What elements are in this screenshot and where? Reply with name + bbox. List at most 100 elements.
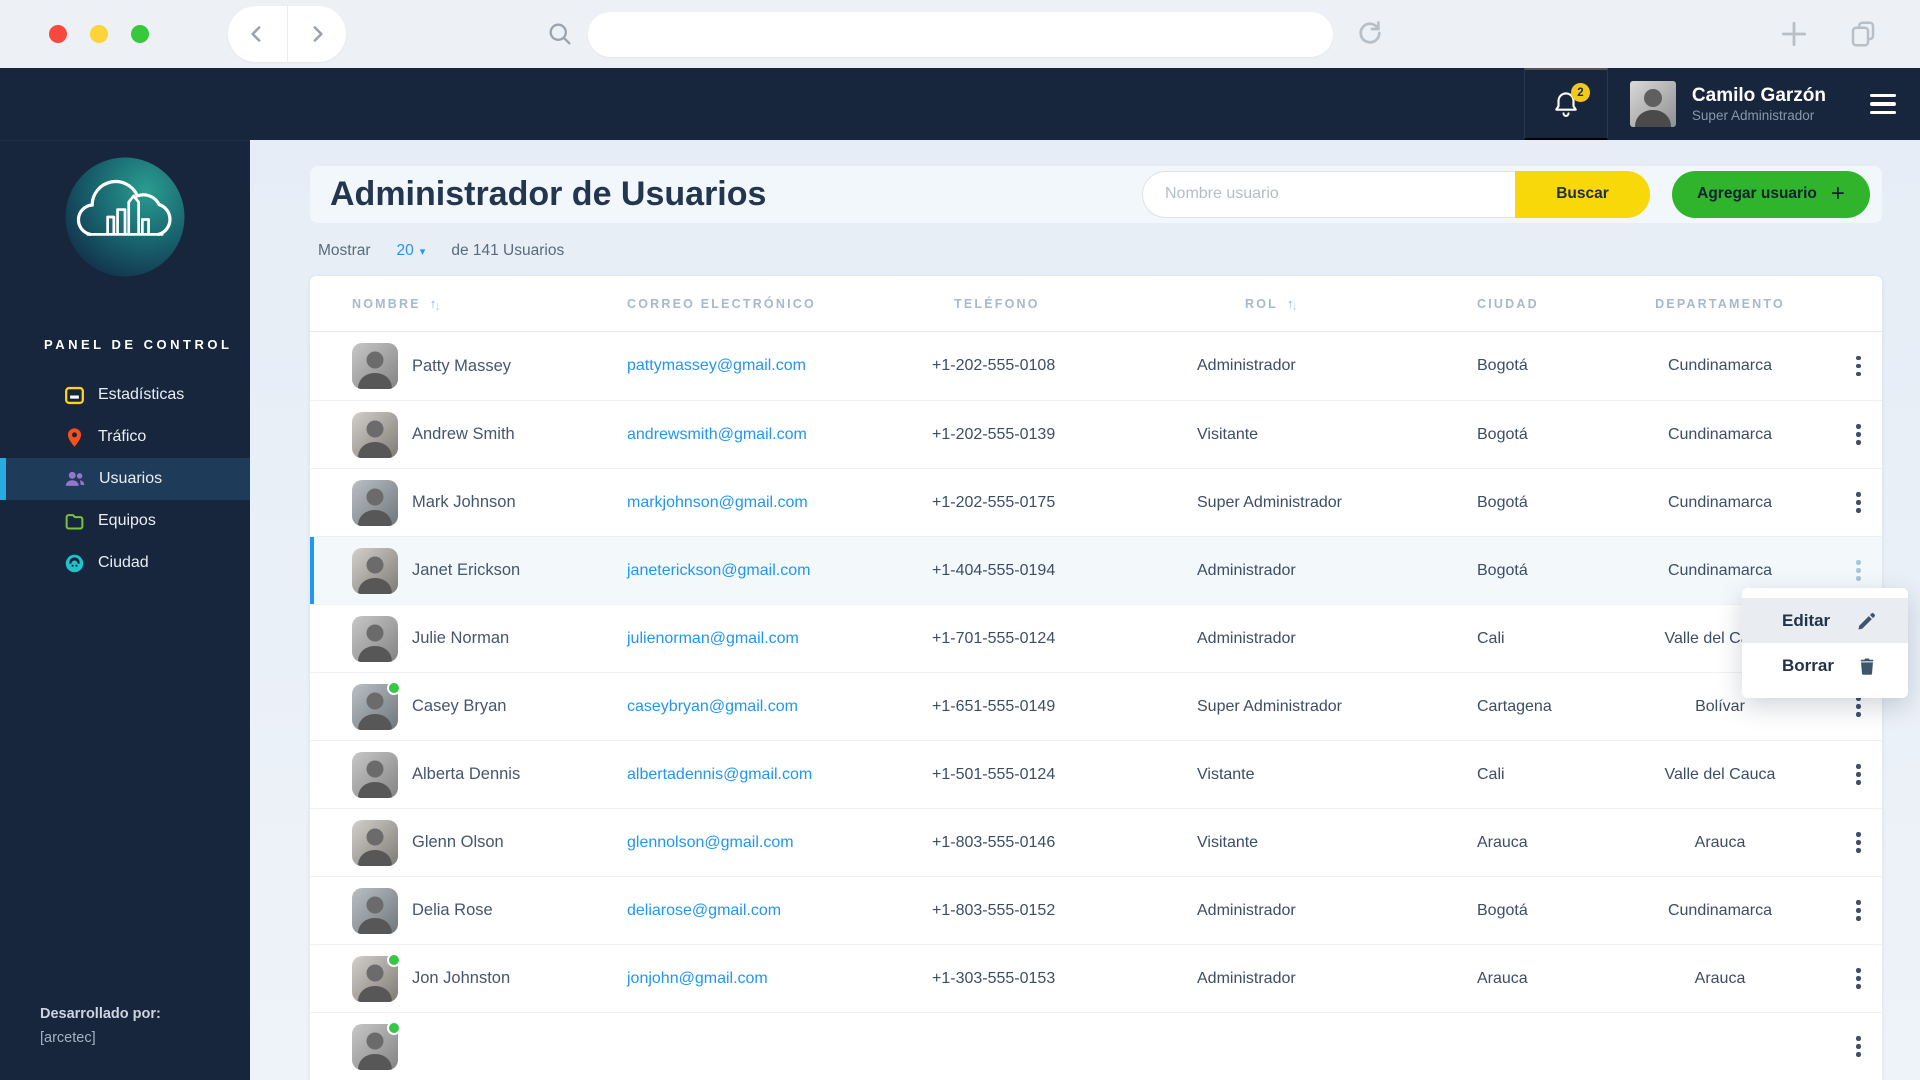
sidebar-item-usuarios[interactable]: Usuarios — [0, 458, 250, 500]
column-header-rol[interactable]: ROL ↑ ↓ — [1197, 296, 1477, 313]
browser-back-button[interactable] — [228, 6, 287, 62]
sidebar-item-trafico[interactable]: Tráfico — [0, 416, 250, 458]
table-row[interactable]: Jon Johnston jonjohn@gmail.com +1-303-55… — [310, 944, 1882, 1012]
avatar — [352, 751, 398, 798]
user-email-link[interactable]: janeterickson@gmail.com — [627, 562, 810, 579]
close-window-button[interactable] — [49, 25, 67, 43]
sidebar-item-estadisticas[interactable]: Estadísticas — [0, 374, 250, 416]
plus-icon — [1781, 21, 1807, 47]
user-role: Super Administrador — [1197, 493, 1342, 511]
hamburger-icon — [1870, 93, 1896, 98]
online-status-dot — [387, 952, 401, 967]
user-email-link[interactable]: pattymassey@gmail.com — [627, 357, 806, 374]
user-email-link[interactable]: glennolson@gmail.com — [627, 834, 794, 851]
user-department: Valle del Cauca — [1664, 765, 1776, 783]
plus-icon: + — [1830, 180, 1845, 208]
table-row[interactable]: Glenn Olson glennolson@gmail.com +1-803-… — [310, 808, 1882, 876]
user-email-link[interactable]: caseybryan@gmail.com — [627, 698, 798, 715]
row-actions-menu-button[interactable] — [1850, 962, 1867, 995]
table-row[interactable]: Patty Massey pattymassey@gmail.com +1-20… — [310, 332, 1882, 400]
user-phone: +1-404-555-0194 — [932, 561, 1056, 579]
browser-chrome — [0, 0, 1920, 68]
app-header: 2 Camilo Garzón Super Administrador — [0, 68, 1920, 140]
table-body: Patty Massey pattymassey@gmail.com +1-20… — [310, 332, 1882, 1080]
user-department: Arauca — [1694, 969, 1746, 987]
column-header-departamento: DEPARTAMENTO — [1655, 296, 1785, 311]
maximize-window-button[interactable] — [131, 25, 149, 43]
user-email-link[interactable]: albertadennis@gmail.com — [627, 766, 812, 783]
user-phone: +1-651-555-0149 — [932, 697, 1056, 715]
avatar — [352, 411, 398, 458]
avatar — [352, 479, 398, 526]
user-phone: +1-501-555-0124 — [932, 765, 1056, 783]
table-row[interactable]: Janet Erickson janeterickson@gmail.com +… — [310, 536, 1882, 604]
add-user-button[interactable]: Agregar usuario + — [1672, 170, 1870, 218]
table-row[interactable]: Casey Bryan caseybryan@gmail.com +1-651-… — [310, 672, 1882, 740]
search-button[interactable]: Buscar — [1515, 170, 1650, 218]
browser-forward-button[interactable] — [286, 6, 347, 62]
city-globe-icon — [65, 554, 84, 572]
user-city: Cali — [1477, 765, 1505, 783]
user-email-link[interactable]: andrewsmith@gmail.com — [627, 426, 807, 443]
column-header-nombre[interactable]: NOMBRE ↑ ↓ — [352, 296, 627, 313]
search-icon — [549, 23, 571, 45]
user-email-link[interactable]: markjohnson@gmail.com — [627, 494, 808, 511]
sidebar-item-equipos[interactable]: Equipos — [0, 500, 250, 542]
table-row[interactable]: Delia Rose deliarose@gmail.com +1-803-55… — [310, 876, 1882, 944]
user-name: Casey Bryan — [412, 697, 507, 715]
delete-menu-item[interactable]: Borrar — [1742, 643, 1908, 688]
avatar — [352, 1020, 401, 1070]
table-row[interactable]: Julie Norman julienorman@gmail.com +1-70… — [310, 604, 1882, 672]
app-logo — [65, 157, 185, 277]
column-header-telefono: TELÉFONO — [954, 296, 1040, 311]
user-email-link[interactable]: deliarose@gmail.com — [627, 902, 781, 919]
menu-button[interactable] — [1870, 93, 1896, 115]
new-tab-button[interactable] — [1778, 18, 1810, 50]
row-actions-menu-button[interactable] — [1850, 894, 1867, 927]
row-actions-menu-button[interactable] — [1850, 758, 1867, 791]
user-city: Bogotá — [1477, 357, 1528, 374]
table-row[interactable] — [310, 1012, 1882, 1080]
table-row[interactable]: Andrew Smith andrewsmith@gmail.com +1-20… — [310, 400, 1882, 468]
user-role: Visitante — [1197, 425, 1259, 443]
user-profile[interactable]: Camilo Garzón Super Administrador — [1629, 81, 1826, 127]
user-city: Arauca — [1477, 969, 1528, 987]
sidebar-item-ciudad[interactable]: Ciudad — [0, 542, 250, 584]
pagination-bar: Mostrar 20 ▾ de 141 Usuarios — [310, 241, 1882, 262]
row-actions-menu-button[interactable] — [1850, 486, 1867, 519]
notifications-button[interactable]: 2 — [1523, 68, 1608, 140]
refresh-button[interactable] — [1355, 18, 1385, 51]
url-input[interactable] — [588, 11, 1333, 57]
users-table: NOMBRE ↑ ↓ CORREO ELECTRÓNICO TELÉFONO RO… — [310, 276, 1908, 1080]
user-phone: +1-202-555-0108 — [932, 357, 1056, 374]
user-city: Cali — [1477, 629, 1505, 647]
row-actions-menu-button[interactable] — [1850, 554, 1867, 587]
sidebar-item-label: Estadísticas — [98, 386, 185, 403]
page-size-dropdown[interactable]: 20 ▾ — [397, 242, 426, 260]
user-role: Administrador — [1197, 901, 1296, 919]
row-actions-menu-button[interactable] — [1850, 1030, 1867, 1063]
user-email-link[interactable]: julienorman@gmail.com — [627, 630, 799, 647]
row-actions-menu-button[interactable] — [1850, 826, 1867, 859]
user-phone: +1-701-555-0124 — [932, 629, 1056, 647]
tabs-icon — [1851, 21, 1875, 47]
row-actions-menu-button[interactable] — [1850, 418, 1867, 451]
row-actions-menu-button[interactable] — [1850, 350, 1867, 383]
table-row[interactable]: Alberta Dennis albertadennis@gmail.com +… — [310, 740, 1882, 808]
chevron-down-icon: ▾ — [419, 245, 426, 258]
sidebar-item-label: Tráfico — [98, 428, 147, 445]
tab-overview-button[interactable] — [1848, 19, 1878, 49]
add-user-label: Agregar usuario — [1697, 185, 1817, 203]
page-toolbar: Administrador de Usuarios Buscar Agregar… — [310, 166, 1882, 223]
sidebar-item-label: Equipos — [98, 512, 156, 529]
developer-name: [arcetec] — [40, 1030, 96, 1046]
edit-menu-item[interactable]: Editar — [1742, 598, 1908, 643]
table-row[interactable]: Mark Johnson markjohnson@gmail.com +1-20… — [310, 468, 1882, 536]
minimize-window-button[interactable] — [90, 25, 108, 43]
online-status-dot — [387, 1020, 401, 1035]
user-email-link[interactable]: jonjohn@gmail.com — [627, 970, 768, 987]
user-phone: +1-202-555-0139 — [932, 425, 1056, 443]
total-users-label: de 141 Usuarios — [451, 242, 565, 260]
user-search-input[interactable] — [1142, 170, 1515, 218]
user-department: Cundinamarca — [1667, 561, 1773, 579]
